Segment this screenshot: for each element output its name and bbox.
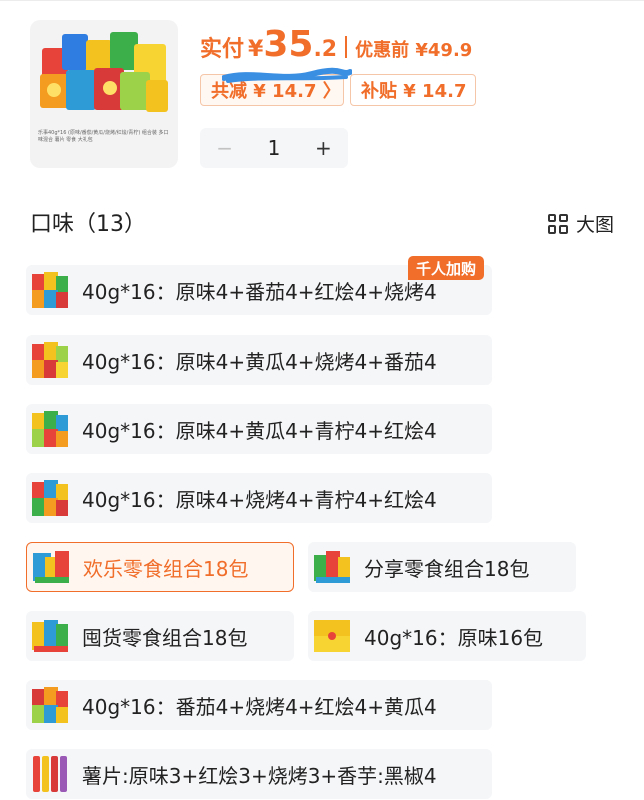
chips-multi-bag-icon bbox=[32, 480, 68, 516]
snack-bundle-thumbnail-icon bbox=[40, 32, 168, 112]
flavor-option-label: 40g*16：原味16包 bbox=[364, 625, 544, 650]
chips-multi-bag-icon bbox=[32, 411, 68, 447]
flavor-option[interactable]: 40g*16：原味4+烧烤4+青柠4+红烩4 bbox=[26, 473, 492, 523]
price-decimal: .2 bbox=[313, 37, 338, 62]
flavor-option[interactable]: 40g*16：原味4+黄瓜4+青柠4+红烩4 bbox=[26, 404, 492, 454]
flavor-option-label: 40g*16：原味4+烧烤4+青柠4+红烩4 bbox=[82, 487, 437, 512]
flavor-option-label: 囤货零食组合18包 bbox=[82, 625, 248, 650]
chips-original-icon bbox=[314, 620, 350, 652]
snack-combo-icon bbox=[314, 551, 350, 583]
grid-view-icon bbox=[547, 213, 568, 234]
top-divider bbox=[0, 0, 644, 9]
flavor-section-title: 口味（13） bbox=[30, 212, 146, 237]
decrease-button[interactable]: − bbox=[200, 136, 249, 160]
flavor-option[interactable]: 囤货零食组合18包 bbox=[26, 611, 294, 661]
subsidy-badge: 补贴 ¥ 14.7 bbox=[350, 74, 476, 106]
snack-combo-icon bbox=[32, 620, 68, 652]
flavor-option-label: 40g*16：原味4+黄瓜4+青柠4+红烩4 bbox=[82, 418, 437, 443]
increase-button[interactable]: + bbox=[299, 136, 348, 160]
price-separator bbox=[345, 36, 348, 58]
price-row: 实付 ¥ 35 .2 优惠前 ¥49.9 bbox=[200, 24, 472, 70]
currency-symbol: ¥ bbox=[248, 37, 264, 62]
quantity-value[interactable]: 1 bbox=[249, 136, 298, 160]
chips-tube-icon bbox=[33, 756, 67, 792]
chips-multi-bag-icon bbox=[32, 272, 68, 308]
flavor-option-label: 薯片:原味3+红烩3+烧烤3+香芋:黑椒4 bbox=[82, 763, 437, 788]
chips-multi-bag-icon bbox=[32, 687, 68, 723]
price-integer: 35 bbox=[263, 24, 314, 65]
flavor-option[interactable]: 40g*16：原味4+黄瓜4+烧烤4+番茄4 bbox=[26, 335, 492, 385]
flavor-option-label: 欢乐零食组合18包 bbox=[83, 556, 249, 581]
thumbnail-caption: 乐事40g*16 (原味/番茄/黄瓜/烧烤/红烩/青柠) 组合装 多口味混合 薯… bbox=[38, 130, 169, 143]
flavor-option[interactable]: 40g*16：原味16包 bbox=[308, 611, 586, 661]
large-view-label: 大图 bbox=[575, 214, 614, 236]
chips-multi-bag-icon bbox=[32, 342, 68, 378]
total-discount-button[interactable]: 共减 ¥ 14.7 〉 bbox=[200, 74, 344, 106]
paid-label: 实付 bbox=[200, 37, 245, 62]
snack-combo-icon bbox=[33, 551, 69, 583]
flavor-option-label: 40g*16：番茄4+烧烤4+红烩4+黄瓜4 bbox=[82, 694, 437, 719]
quantity-stepper: − 1 + bbox=[200, 128, 348, 168]
flavor-option-selected[interactable]: 欢乐零食组合18包 bbox=[26, 542, 294, 592]
flavor-option[interactable]: 薯片:原味3+红烩3+烧烤3+香芋:黑椒4 bbox=[26, 749, 492, 799]
product-thumbnail[interactable]: 乐事40g*16 (原味/番茄/黄瓜/烧烤/红烩/青柠) 组合装 多口味混合 薯… bbox=[30, 20, 178, 168]
flavor-option-label: 分享零食组合18包 bbox=[364, 556, 530, 581]
flavor-option-label: 40g*16：原味4+黄瓜4+烧烤4+番茄4 bbox=[82, 349, 437, 374]
flavor-option[interactable]: 分享零食组合18包 bbox=[308, 542, 576, 592]
flavor-option[interactable]: 40g*16：番茄4+烧烤4+红烩4+黄瓜4 bbox=[26, 680, 492, 730]
flavor-option-label: 40g*16：原味4+番茄4+红烩4+烧烤4 bbox=[82, 279, 437, 304]
popular-badge: 千人加购 bbox=[408, 256, 485, 280]
original-price: 优惠前 ¥49.9 bbox=[355, 40, 473, 61]
large-view-toggle[interactable]: 大图 bbox=[547, 210, 614, 237]
